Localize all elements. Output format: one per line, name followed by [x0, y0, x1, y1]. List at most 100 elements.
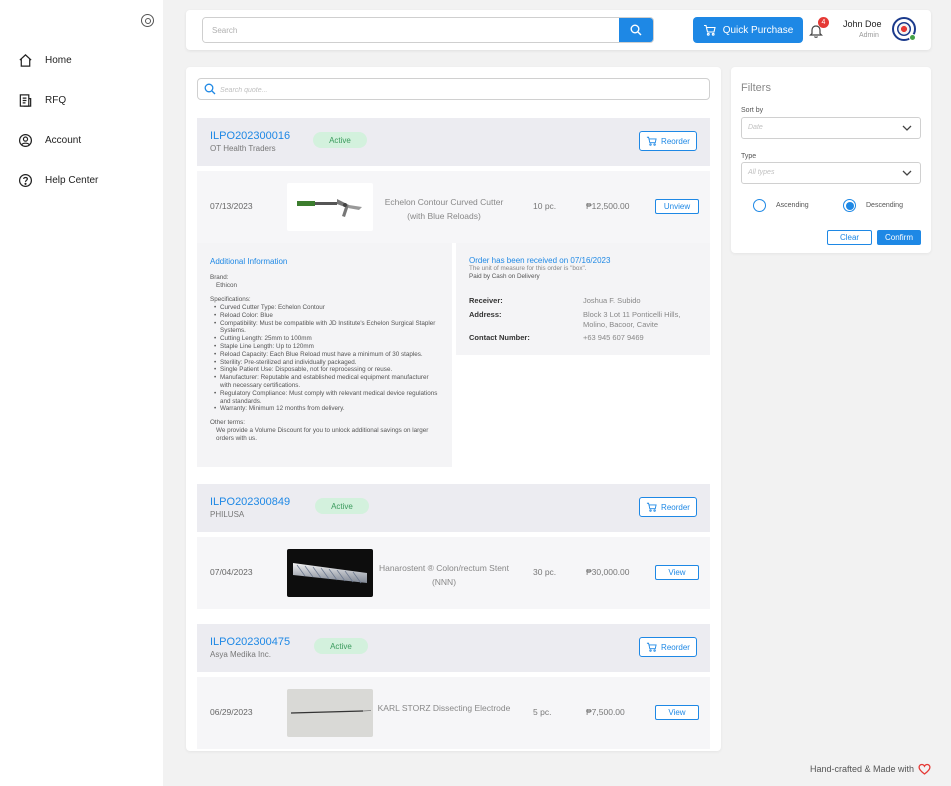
notifications-button[interactable]: 4 [809, 17, 829, 40]
order-quantity: 30 pc. [533, 567, 557, 577]
contact-label: Contact Number: [469, 333, 530, 342]
ascending-radio[interactable]: Ascending [753, 199, 809, 212]
quick-purchase-label: Quick Purchase [722, 24, 794, 36]
specifications-list: Curved Cutter Type: Echelon Contour Relo… [210, 304, 439, 413]
sidebar-item-label: Help Center [45, 175, 99, 186]
receipt-panel: Order has been received on 07/16/2023 Th… [456, 243, 710, 355]
order-id[interactable]: ILPO202300475 [210, 636, 290, 648]
sort-by-select[interactable]: Date [741, 117, 921, 139]
footer-text: Hand-crafted & Made with [810, 764, 915, 774]
view-button[interactable]: View [655, 565, 699, 580]
user-circle-icon [18, 133, 33, 148]
status-badge: Active [315, 498, 369, 514]
search-input[interactable] [203, 18, 653, 42]
list-item: Staple Line Length: Up to 120mm [214, 343, 439, 351]
order-quantity: 10 pc. [533, 201, 557, 211]
sidebar-item-home[interactable]: Home [18, 53, 72, 68]
descending-label: Descending [866, 202, 903, 209]
order-header: ILPO202300016 OT Health Traders Active R… [197, 118, 710, 166]
clear-button[interactable]: Clear [827, 230, 872, 245]
sidebar: Home RFQ Account Help Center [0, 0, 163, 786]
sidebar-item-account[interactable]: Account [18, 133, 81, 148]
product-image [287, 689, 373, 737]
reorder-label: Reorder [661, 136, 690, 146]
filters-title: Filters [741, 82, 771, 94]
sidebar-item-label: RFQ [45, 95, 67, 106]
sidebar-item-rfq[interactable]: RFQ [18, 93, 66, 108]
radio-circle [753, 199, 766, 212]
order-card: ILPO202300475 Asya Medika Inc. Active Re… [197, 624, 710, 749]
order-quantity: 5 pc. [533, 707, 552, 717]
search-icon [630, 24, 642, 36]
list-item: Compatibility: Must be compatible with J… [214, 320, 439, 336]
contact-value: +63 945 607 9469 [583, 333, 644, 342]
list-item: Cutting Length: 25mm to 100mm [214, 335, 439, 343]
reorder-button[interactable]: Reorder [639, 131, 697, 151]
type-label: Type [741, 153, 757, 160]
order-item-row: 06/29/2023 KARL STORZ Dissecting Electro… [197, 677, 710, 749]
additional-info-title: Additional Information [210, 257, 288, 266]
reorder-label: Reorder [661, 642, 690, 652]
quote-search [197, 78, 710, 101]
list-item: Reload Color: Blue [214, 312, 439, 320]
list-item: Manufacturer: Reputable and established … [214, 374, 439, 390]
search-button[interactable] [619, 18, 653, 42]
radio-circle-selected [843, 199, 856, 212]
address-label: Address: [469, 310, 502, 319]
avatar-logo [897, 22, 911, 36]
list-item: Single Patient Use: Disposable, not for … [214, 366, 439, 374]
sidebar-item-help-center[interactable]: Help Center [18, 173, 98, 188]
sidebar-item-label: Account [45, 135, 82, 146]
document-icon [19, 94, 32, 107]
product-image [287, 183, 373, 231]
status-badge: Active [313, 132, 367, 148]
quick-purchase-button[interactable]: Quick Purchase [693, 17, 803, 43]
type-select[interactable]: All types [741, 162, 921, 184]
order-vendor: OT Health Traders [210, 144, 276, 153]
product-image [287, 549, 373, 597]
order-item-row: 07/13/2023 Echelon Contour Curved Cutter… [197, 171, 710, 243]
order-header: ILPO202300475 Asya Medika Inc. Active Re… [197, 624, 710, 672]
unit-note: The unit of measure for this order is "b… [469, 265, 587, 272]
chevron-down-icon [902, 125, 912, 131]
order-details: Additional Information Brand: Ethicon Sp… [197, 243, 710, 467]
unview-button[interactable]: Unview [655, 199, 699, 214]
avatar[interactable] [892, 17, 916, 41]
other-terms-value: We provide a Volume Discount for you to … [216, 427, 429, 443]
quote-search-input[interactable] [198, 80, 709, 101]
receiver-label: Receiver: [469, 296, 503, 305]
order-header: ILPO202300849 PHILUSA Active Reorder [197, 484, 710, 532]
product-name: KARL STORZ Dissecting Electrode [377, 703, 511, 713]
descending-radio[interactable]: Descending [843, 199, 903, 212]
global-search [202, 17, 654, 43]
user-name: John Doe [843, 19, 882, 29]
orders-panel: ILPO202300016 OT Health Traders Active R… [186, 67, 721, 751]
order-id[interactable]: ILPO202300016 [210, 130, 290, 142]
reorder-button[interactable]: Reorder [639, 497, 697, 517]
sort-by-label: Sort by [741, 107, 764, 114]
order-price: ₱30,000.00 [586, 567, 630, 577]
sidebar-item-label: Home [45, 55, 72, 66]
receipt-title: Order has been received on 07/16/2023 [469, 256, 611, 265]
reorder-button[interactable]: Reorder [639, 637, 697, 657]
product-name: Hanarostent ® Colon/rectum Stent (NNN) [378, 563, 510, 587]
list-item: Regulatory Compliance: Must comply with … [214, 390, 439, 406]
search-icon [204, 83, 216, 95]
cart-icon [646, 502, 657, 512]
cart-icon [646, 136, 657, 146]
confirm-button[interactable]: Confirm [877, 230, 921, 245]
collapse-sidebar-icon[interactable] [141, 14, 154, 27]
notification-badge: 4 [818, 17, 829, 28]
list-item: Reload Capacity: Each Blue Reload must h… [214, 351, 439, 359]
order-id[interactable]: ILPO202300849 [210, 496, 290, 508]
status-badge: Active [314, 638, 368, 654]
cart-icon [703, 24, 716, 36]
view-button[interactable]: View [655, 705, 699, 720]
address-value: Block 3 Lot 11 Ponticelli Hills, Molino,… [583, 310, 681, 329]
brand-label: Brand: [210, 274, 229, 281]
chevron-down-icon [902, 170, 912, 176]
list-item: Sterility: Pre-sterilized and individual… [214, 359, 439, 367]
sort-by-value: Date [748, 124, 763, 131]
list-item: Curved Cutter Type: Echelon Contour [214, 304, 439, 312]
online-status-dot [909, 34, 916, 41]
